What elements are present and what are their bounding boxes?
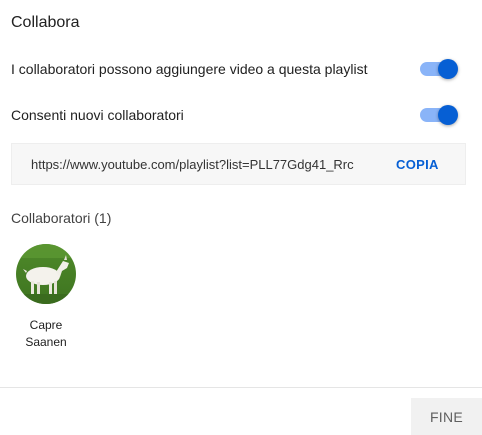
dialog-title: Collabora <box>11 14 80 31</box>
done-button[interactable]: FINE <box>411 398 482 435</box>
collaborator-item[interactable]: Capre Saanen <box>14 244 78 351</box>
allow-add-toggle[interactable] <box>418 57 458 81</box>
allow-new-toggle[interactable] <box>418 103 458 127</box>
invite-link-box: https://www.youtube.com/playlist?list=PL… <box>11 143 466 185</box>
goat-avatar-image <box>16 244 76 304</box>
setting-row-allow-new: Consenti nuovi collaboratori <box>11 103 458 127</box>
toggle-knob <box>438 59 458 79</box>
collaborate-dialog: Collabora I collaboratori possono aggiun… <box>0 0 482 435</box>
collaborators-heading: Collaboratori (1) <box>11 210 112 226</box>
copy-button[interactable]: COPIA <box>390 153 445 176</box>
avatar <box>16 244 76 304</box>
setting-row-allow-add: I collaboratori possono aggiungere video… <box>11 57 458 81</box>
invite-link-text[interactable]: https://www.youtube.com/playlist?list=PL… <box>31 157 376 172</box>
toggle-knob <box>438 105 458 125</box>
collaborator-name: Capre Saanen <box>25 318 67 349</box>
footer-divider <box>0 387 482 388</box>
allow-new-label: Consenti nuovi collaboratori <box>11 107 184 123</box>
allow-add-label: I collaboratori possono aggiungere video… <box>11 61 368 77</box>
